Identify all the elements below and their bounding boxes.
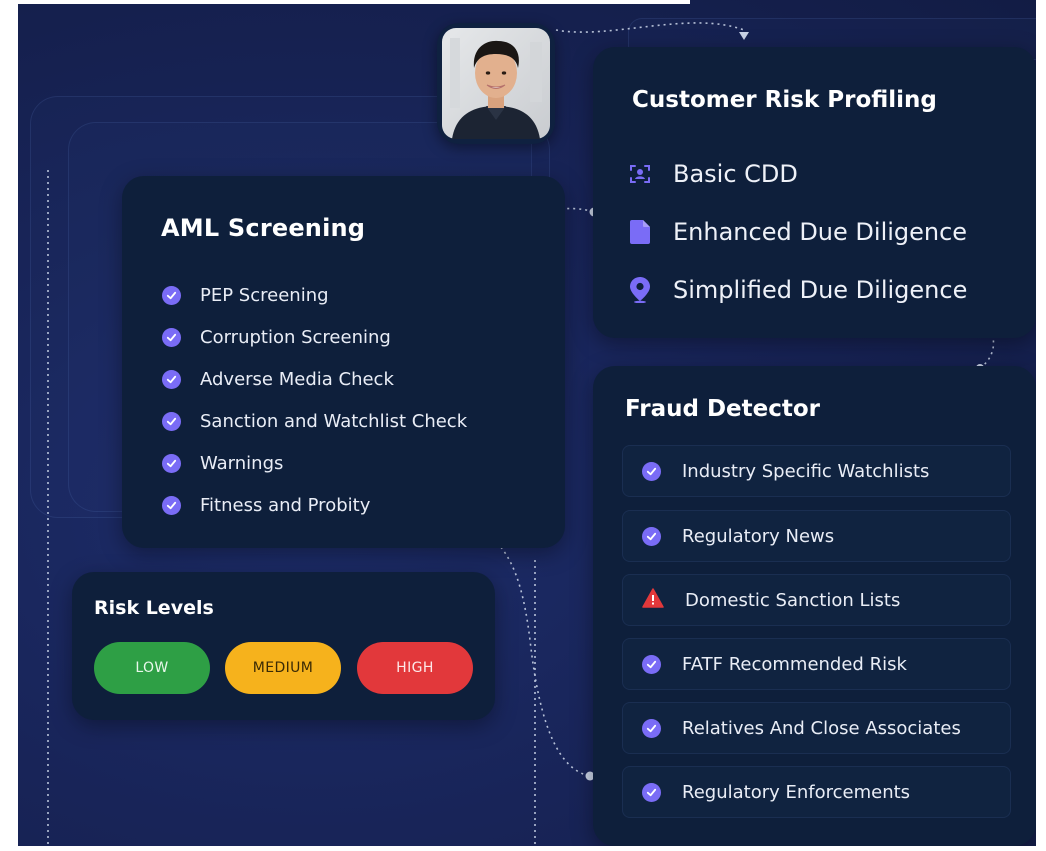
fraud-item-label: FATF Recommended Risk: [682, 653, 907, 675]
risk-level-high-button[interactable]: HIGH: [357, 642, 473, 694]
risk-level-medium-button[interactable]: MEDIUM: [225, 642, 341, 694]
aml-screening-title: AML Screening: [161, 214, 366, 242]
fraud-item-regulatory-enforcements[interactable]: Regulatory Enforcements: [622, 766, 1011, 818]
check-circle-icon: [162, 495, 181, 515]
risk-levels-title: Risk Levels: [94, 597, 214, 619]
background-canvas: AML Screening PEP Screening Corruption S…: [0, 0, 1046, 851]
fraud-item-fatf-recommended-risk[interactable]: FATF Recommended Risk: [622, 638, 1011, 690]
person-portrait: [442, 28, 550, 139]
profiling-item-label: Basic CDD: [673, 160, 798, 188]
frame-edge: [0, 846, 1046, 851]
aml-item-corruption-screening[interactable]: Corruption Screening: [162, 316, 467, 358]
fraud-item-label: Relatives And Close Associates: [682, 717, 961, 739]
check-circle-icon: [642, 654, 661, 674]
check-circle-icon: [162, 369, 181, 389]
aml-item-label: Fitness and Probity: [200, 494, 371, 516]
warning-triangle-icon: [642, 587, 664, 613]
fraud-item-regulatory-news[interactable]: Regulatory News: [622, 510, 1011, 562]
document-icon: [629, 220, 651, 244]
check-circle-icon: [162, 327, 181, 347]
fraud-item-label: Regulatory Enforcements: [682, 781, 911, 803]
fraud-detector-card: Fraud Detector Industry Specific Watchli…: [593, 366, 1036, 846]
fraud-detector-title: Fraud Detector: [625, 396, 821, 422]
aml-item-adverse-media-check[interactable]: Adverse Media Check: [162, 358, 467, 400]
customer-risk-profiling-title: Customer Risk Profiling: [632, 87, 937, 113]
fraud-item-label: Regulatory News: [682, 525, 835, 547]
aml-item-label: PEP Screening: [200, 284, 329, 306]
aml-item-label: Warnings: [200, 452, 284, 474]
profiling-item-label: Simplified Due Diligence: [673, 276, 968, 304]
user-scan-icon: [629, 163, 651, 185]
location-pin-icon: [629, 277, 651, 303]
aml-screening-list: PEP Screening Corruption Screening Adver…: [162, 274, 467, 526]
fraud-item-label: Industry Specific Watchlists: [682, 460, 930, 482]
customer-risk-profiling-card: Customer Risk Profiling Basic CDD Enhanc…: [593, 47, 1036, 338]
risk-level-low-button[interactable]: LOW: [94, 642, 210, 694]
profile-photo: [437, 23, 555, 144]
aml-item-label: Corruption Screening: [200, 326, 391, 348]
aml-item-fitness-probity[interactable]: Fitness and Probity: [162, 484, 467, 526]
check-circle-icon: [642, 782, 661, 802]
aml-item-sanction-watchlist-check[interactable]: Sanction and Watchlist Check: [162, 400, 467, 442]
check-circle-icon: [162, 453, 181, 473]
fraud-item-relatives-close-associates[interactable]: Relatives And Close Associates: [622, 702, 1011, 754]
frame-edge: [0, 0, 690, 4]
aml-item-pep-screening[interactable]: PEP Screening: [162, 274, 467, 316]
profiling-item-label: Enhanced Due Diligence: [673, 218, 968, 246]
fraud-item-industry-specific-watchlists[interactable]: Industry Specific Watchlists: [622, 445, 1011, 497]
risk-levels-card: Risk Levels LOW MEDIUM HIGH: [72, 572, 495, 720]
aml-item-warnings[interactable]: Warnings: [162, 442, 467, 484]
check-circle-icon: [162, 285, 181, 305]
profiling-item-enhanced-due-diligence[interactable]: Enhanced Due Diligence: [629, 203, 967, 261]
check-circle-icon: [642, 526, 661, 546]
aml-item-label: Sanction and Watchlist Check: [200, 410, 468, 432]
check-circle-icon: [162, 411, 181, 431]
fraud-item-label: Domestic Sanction Lists: [685, 589, 901, 611]
check-circle-icon: [642, 461, 661, 481]
fraud-item-domestic-sanction-lists[interactable]: Domestic Sanction Lists: [622, 574, 1011, 626]
connector-avatar-to-profiling: [555, 22, 745, 33]
frame-edge: [1036, 0, 1046, 851]
frame-edge: [0, 0, 18, 851]
check-circle-icon: [642, 718, 661, 738]
profiling-item-basic-cdd[interactable]: Basic CDD: [629, 145, 967, 203]
aml-item-label: Adverse Media Check: [200, 368, 394, 390]
profiling-list: Basic CDD Enhanced Due Diligence Simplif…: [629, 145, 967, 319]
aml-screening-card: AML Screening PEP Screening Corruption S…: [122, 176, 565, 548]
profiling-item-simplified-due-diligence[interactable]: Simplified Due Diligence: [629, 261, 967, 319]
